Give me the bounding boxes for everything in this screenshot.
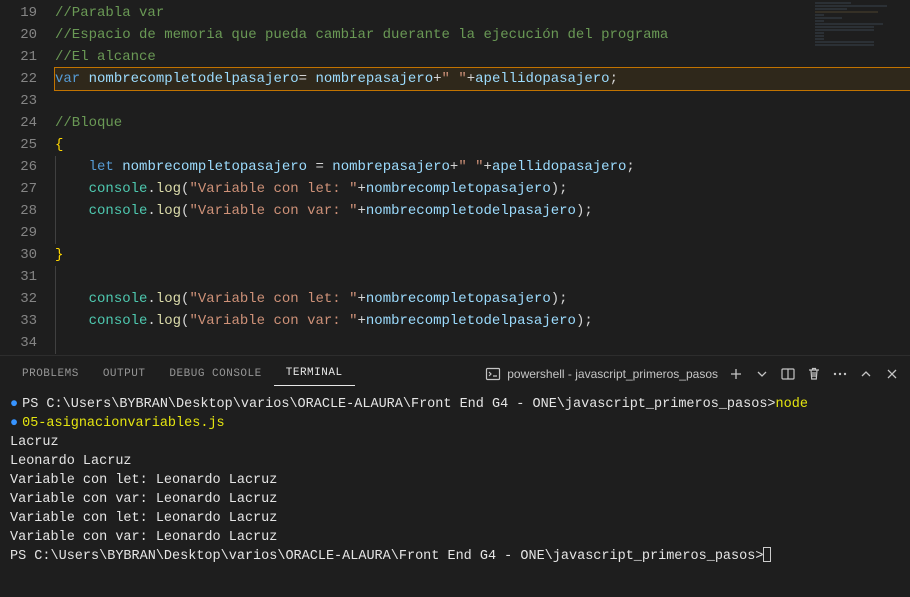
code-line[interactable]: 33 console.log("Variable con var: "+nomb… [0,310,910,332]
code-content[interactable] [55,266,910,288]
code-content[interactable]: //Parabla var [55,2,910,24]
terminal-icon [485,366,501,382]
split-terminal-icon[interactable] [780,366,796,382]
code-content[interactable] [55,90,910,112]
terminal-shell-selector[interactable]: powershell - javascript_primeros_pasos [485,366,718,382]
code-line[interactable]: 31 [0,266,910,288]
code-line[interactable]: 30} [0,244,910,266]
line-number: 21 [0,46,55,68]
code-line[interactable]: 32 console.log("Variable con let: "+nomb… [0,288,910,310]
terminal-line: Variable con let: Leonardo Lacruz [10,509,900,528]
code-line[interactable]: 23 [0,90,910,112]
terminal-line: PS C:\Users\BYBRAN\Desktop\varios\ORACLE… [10,547,900,566]
line-number: 19 [0,2,55,24]
line-number: 31 [0,266,55,288]
code-content[interactable] [55,222,910,244]
code-line[interactable]: 26 let nombrecompletopasajero = nombrepa… [0,156,910,178]
line-number: 25 [0,134,55,156]
code-line[interactable]: 29 [0,222,910,244]
code-line[interactable]: 20//Espacio de memoria que pueda cambiar… [0,24,910,46]
code-content[interactable] [55,332,910,354]
code-line[interactable]: 27 console.log("Variable con let: "+nomb… [0,178,910,200]
line-number: 29 [0,222,55,244]
tab-terminal[interactable]: TERMINAL [274,361,355,386]
terminal-output[interactable]: ●PS C:\Users\BYBRAN\Desktop\varios\ORACL… [0,391,910,597]
code-content[interactable]: } [55,244,910,266]
terminal-line: ●05-asignacionvariables.js [10,414,900,433]
new-terminal-icon[interactable] [728,366,744,382]
terminal-line: Variable con var: Leonardo Lacruz [10,528,900,547]
code-content[interactable]: console.log("Variable con let: "+nombrec… [55,178,910,200]
tab-problems[interactable]: PROBLEMS [10,362,91,386]
code-line[interactable]: 34 [0,332,910,354]
terminal-line: Variable con var: Leonardo Lacruz [10,490,900,509]
code-line[interactable]: 25{ [0,134,910,156]
code-editor[interactable]: 19//Parabla var20//Espacio de memoria qu… [0,0,910,355]
line-number: 24 [0,112,55,134]
terminal-shell-label: powershell - javascript_primeros_pasos [507,367,718,381]
line-number: 20 [0,24,55,46]
close-icon[interactable] [884,366,900,382]
code-content[interactable]: console.log("Variable con var: "+nombrec… [55,310,910,332]
line-number: 30 [0,244,55,266]
tab-output[interactable]: OUTPUT [91,362,158,386]
terminal-line: Leonardo Lacruz [10,452,900,471]
line-number: 27 [0,178,55,200]
line-number: 34 [0,332,55,354]
code-content[interactable]: //Bloque [55,112,910,134]
code-line[interactable]: 21//El alcance [0,46,910,68]
code-line[interactable]: 28 console.log("Variable con var: "+nomb… [0,200,910,222]
code-content[interactable]: console.log("Variable con var: "+nombrec… [55,200,910,222]
terminal-line: Variable con let: Leonardo Lacruz [10,471,900,490]
line-number: 22 [0,68,55,90]
more-icon[interactable] [832,366,848,382]
line-number: 32 [0,288,55,310]
code-content[interactable]: //El alcance [55,46,910,68]
line-number: 33 [0,310,55,332]
line-number: 23 [0,90,55,112]
line-number: 28 [0,200,55,222]
code-content[interactable]: var nombrecompletodelpasajero= nombrepas… [55,68,910,90]
line-number: 26 [0,156,55,178]
code-line[interactable]: 24//Bloque [0,112,910,134]
chevron-up-icon[interactable] [858,366,874,382]
chevron-down-icon[interactable] [754,366,770,382]
code-content[interactable]: console.log("Variable con let: "+nombrec… [55,288,910,310]
code-line[interactable]: 22var nombrecompletodelpasajero= nombrep… [0,68,910,90]
code-content[interactable]: { [55,134,910,156]
code-line[interactable]: 19//Parabla var [0,2,910,24]
trash-icon[interactable] [806,366,822,382]
terminal-line: Lacruz [10,433,900,452]
bottom-panel: PROBLEMS OUTPUT DEBUG CONSOLE TERMINAL p… [0,355,910,597]
terminal-line: ●PS C:\Users\BYBRAN\Desktop\varios\ORACL… [10,395,900,414]
code-content[interactable]: //Espacio de memoria que pueda cambiar d… [55,24,910,46]
tab-debug-console[interactable]: DEBUG CONSOLE [157,362,273,386]
panel-tabs: PROBLEMS OUTPUT DEBUG CONSOLE TERMINAL p… [0,356,910,391]
code-content[interactable]: let nombrecompletopasajero = nombrepasaj… [55,156,910,178]
terminal-cursor [763,547,771,562]
